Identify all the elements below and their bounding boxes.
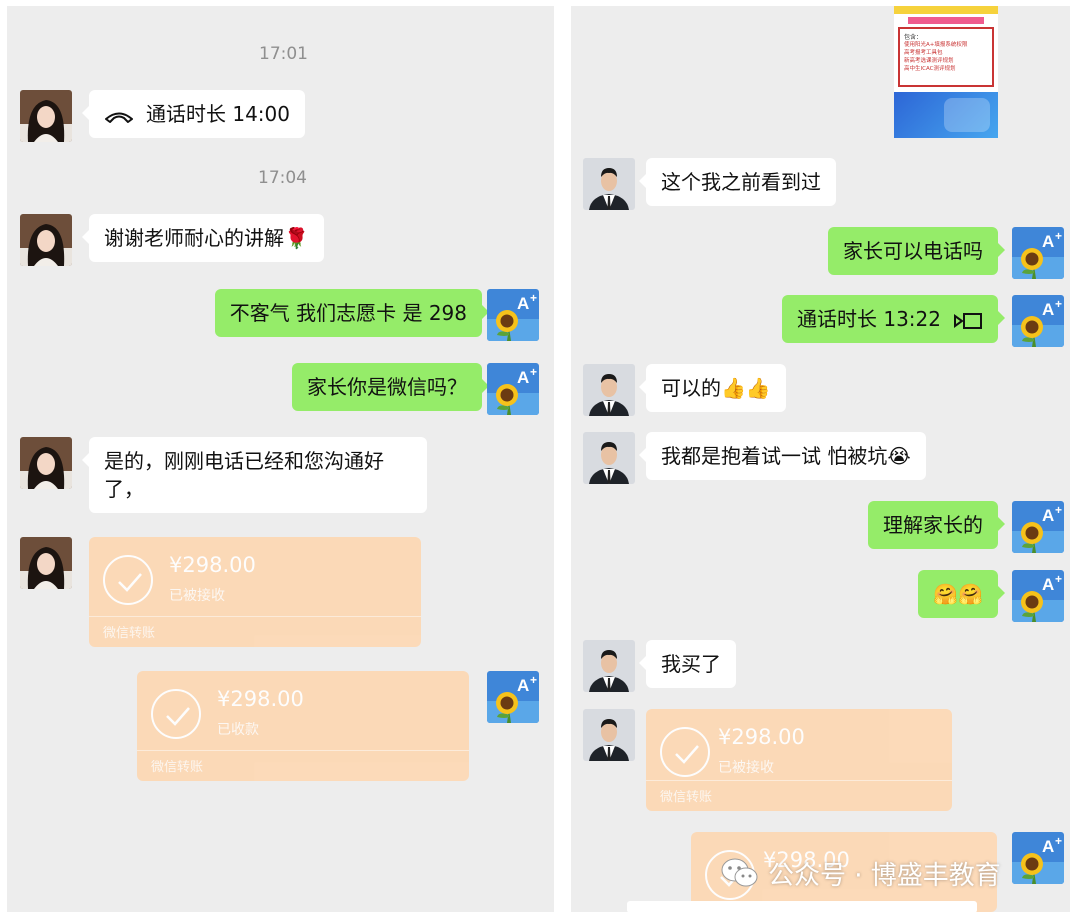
poster-line: 新高考选课测评规划 xyxy=(904,58,954,64)
call-duration-bubble[interactable]: 通话时长 14:00 xyxy=(82,90,305,138)
call-duration-text: 通话时长 14:00 xyxy=(146,102,290,126)
poster-line: 高考报考工具包 xyxy=(904,50,943,56)
message-bubble[interactable]: 可以的👍👍 xyxy=(639,364,786,412)
transfer-status: 已收款 xyxy=(217,722,259,738)
watermark-text: 公众号 · 博盛丰教育 xyxy=(768,860,1001,891)
right-chat-screenshot: 包含： 使用阳光A+填报系统权限 高考报考工具包 新高考选课测评规划 高中生IC… xyxy=(571,6,1070,912)
check-circle-icon xyxy=(151,689,201,739)
customer-avatar[interactable] xyxy=(583,432,635,484)
teacher-avatar[interactable] xyxy=(1012,227,1064,279)
message-bubble[interactable]: 是的，刚刚电话已经和您沟通好了， xyxy=(82,437,427,513)
check-circle-icon xyxy=(660,727,710,777)
parent-avatar[interactable] xyxy=(20,214,72,266)
teacher-avatar[interactable] xyxy=(1012,570,1064,622)
teacher-avatar[interactable] xyxy=(487,671,539,723)
customer-avatar[interactable] xyxy=(583,158,635,210)
phone-handset-icon xyxy=(105,112,133,123)
customer-avatar[interactable] xyxy=(583,709,635,761)
divider xyxy=(646,780,952,781)
transfer-status: 已被接收 xyxy=(718,760,774,776)
parent-avatar[interactable] xyxy=(20,537,72,589)
message-bubble[interactable]: 家长你是微信吗？ xyxy=(292,363,489,411)
transfer-amount: ¥298.00 xyxy=(169,553,256,577)
customer-avatar[interactable] xyxy=(583,640,635,692)
poster-contents-box: 包含： 使用阳光A+填报系统权限 高考报考工具包 新高考选课测评规划 高中生IC… xyxy=(898,27,994,87)
timestamp: 17:01 xyxy=(259,44,308,64)
transfer-footer: 微信转账 xyxy=(151,760,204,775)
video-call-icon xyxy=(954,312,982,329)
transfer-amount: ¥298.00 xyxy=(718,725,805,749)
watermark: 公众号 · 博盛丰教育 xyxy=(720,853,1001,893)
parent-avatar[interactable] xyxy=(20,90,72,142)
poster-banner xyxy=(894,6,998,14)
wechat-logo-icon xyxy=(721,858,758,887)
call-duration-text: 通话时长 13:22 xyxy=(797,307,941,331)
video-call-duration-bubble[interactable]: 通话时长 13:22 xyxy=(782,295,1005,343)
message-bubble[interactable]: 谢谢老师耐心的讲解🌹 xyxy=(82,214,324,262)
teacher-avatar[interactable] xyxy=(1012,832,1064,884)
left-chat-screenshot: 17:01 通话时长 14:00 17:04 谢谢老师耐心的讲解🌹 不客气 我们… xyxy=(7,6,554,912)
poster-line: 高中生ICAC测评规划 xyxy=(904,66,956,72)
transfer-footer: 微信转账 xyxy=(660,790,713,805)
transfer-card[interactable]: ¥298.00 已收款 微信转账 xyxy=(137,671,469,781)
transfer-status: 已被接收 xyxy=(169,588,225,604)
message-bubble[interactable]: 🤗🤗 xyxy=(918,570,1005,618)
poster-footer-graphic xyxy=(894,92,998,138)
poster-line: 使用阳光A+填报系统权限 xyxy=(904,42,968,48)
message-bubble[interactable]: 理解家长的 xyxy=(868,501,1005,549)
transfer-amount: ¥298.00 xyxy=(217,687,304,711)
teacher-avatar[interactable] xyxy=(487,289,539,341)
divider xyxy=(137,750,469,751)
transfer-footer: 微信转账 xyxy=(103,626,156,641)
teacher-avatar[interactable] xyxy=(1012,501,1064,553)
transfer-card[interactable]: ¥298.00 已被接收 微信转账 xyxy=(646,709,952,811)
divider xyxy=(89,616,421,617)
teacher-avatar[interactable] xyxy=(487,363,539,415)
customer-avatar[interactable] xyxy=(583,364,635,416)
poster-decoration xyxy=(944,98,990,132)
message-input-bar[interactable] xyxy=(627,901,977,912)
timestamp: 17:04 xyxy=(258,168,307,188)
message-bubble[interactable]: 我都是抱着试一试 怕被坑😭 xyxy=(639,432,926,480)
message-bubble[interactable]: 家长可以电话吗 xyxy=(828,227,1005,275)
teacher-avatar[interactable] xyxy=(1012,295,1064,347)
parent-avatar[interactable] xyxy=(20,437,72,489)
poster-header: 包含： xyxy=(904,34,923,41)
promo-poster-image[interactable]: 包含： 使用阳光A+填报系统权限 高考报考工具包 新高考选课测评规划 高中生IC… xyxy=(894,6,998,138)
check-circle-icon xyxy=(103,555,153,605)
message-bubble[interactable]: 这个我之前看到过 xyxy=(639,158,836,206)
message-bubble[interactable]: 不客气 我们志愿卡 是 298 xyxy=(214,289,490,337)
transfer-card[interactable]: ¥298.00 已被接收 微信转账 xyxy=(89,537,421,647)
poster-title-strip xyxy=(908,17,984,24)
message-bubble[interactable]: 我买了 xyxy=(639,640,736,688)
